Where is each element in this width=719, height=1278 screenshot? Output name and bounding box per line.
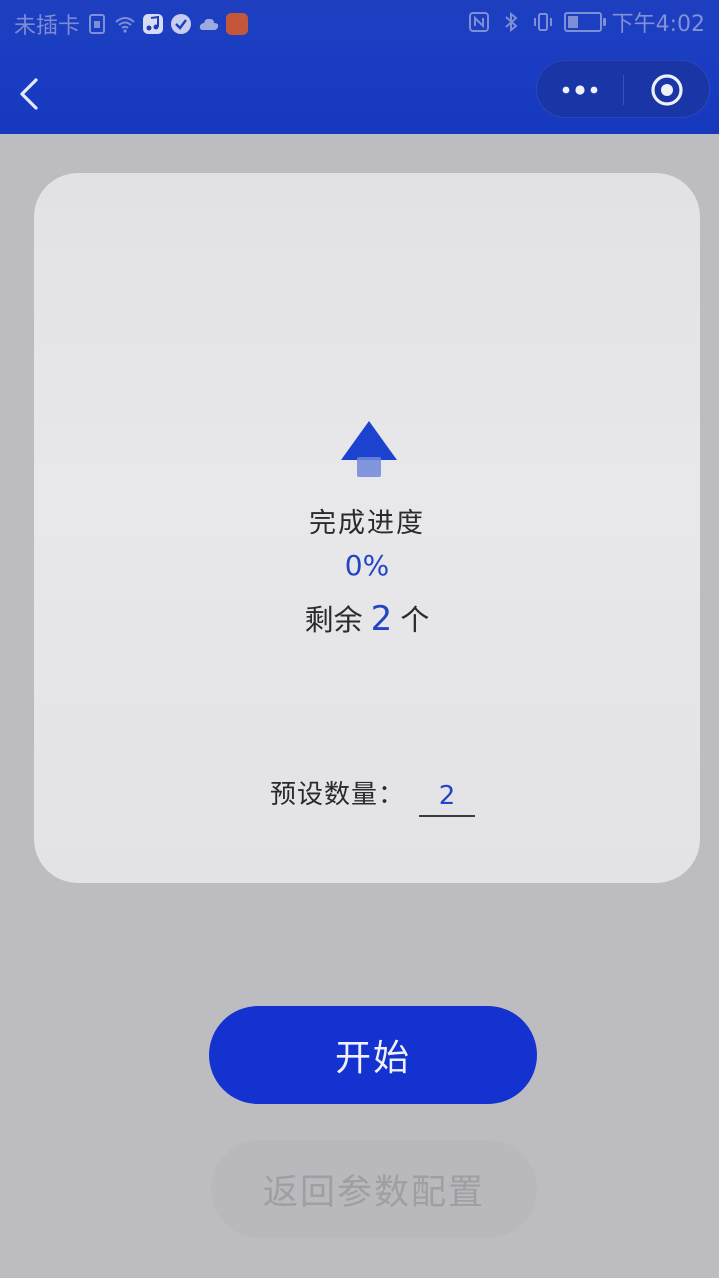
remaining-row: 剩余 2 个 (34, 597, 700, 639)
preset-quantity-input[interactable] (419, 777, 476, 817)
remaining-suffix: 个 (400, 603, 430, 637)
app-icon (226, 13, 249, 35)
back-to-config-button[interactable]: 返回参数配置 (211, 1140, 537, 1238)
sim-icon (89, 14, 106, 34)
more-button[interactable] (537, 61, 623, 119)
nfc-icon (468, 12, 489, 32)
close-button[interactable] (624, 61, 710, 119)
progress-title: 完成进度 (309, 508, 425, 539)
target-close-icon (651, 74, 683, 106)
upload-arrow-icon (341, 421, 397, 477)
start-button[interactable]: 开始 (209, 1006, 537, 1104)
back-button[interactable] (14, 72, 48, 116)
check-shield-icon (171, 14, 192, 34)
preset-label: 预设数量： (270, 780, 406, 810)
status-bar: 未插卡 下午4:02 (0, 0, 719, 44)
vibrate-icon (533, 13, 552, 31)
cloud-icon (199, 18, 219, 30)
preset-row: 预设数量： (270, 777, 476, 821)
status-time: 下午4:02 (611, 12, 705, 37)
status-right: 下午4:02 (468, 6, 705, 38)
carrier-text: 未插卡 (14, 14, 81, 39)
status-left: 未插卡 (14, 8, 249, 40)
bluetooth-icon (504, 11, 518, 33)
remaining-prefix: 剩余 (304, 603, 363, 637)
wifi-icon (115, 17, 135, 33)
battery-level (567, 16, 578, 28)
mini-program-capsule (536, 60, 710, 118)
chevron-left-icon (20, 78, 38, 110)
app-header: 未插卡 下午4:02 (0, 0, 719, 134)
progress-card: 完成进度 0% 剩余 2 个 预设数量： (34, 173, 700, 883)
music-icon (143, 14, 164, 34)
remaining-count: 2 (370, 599, 393, 639)
battery-icon (563, 12, 606, 32)
progress-percent: 0% (344, 549, 390, 582)
more-dots-icon (562, 85, 598, 95)
